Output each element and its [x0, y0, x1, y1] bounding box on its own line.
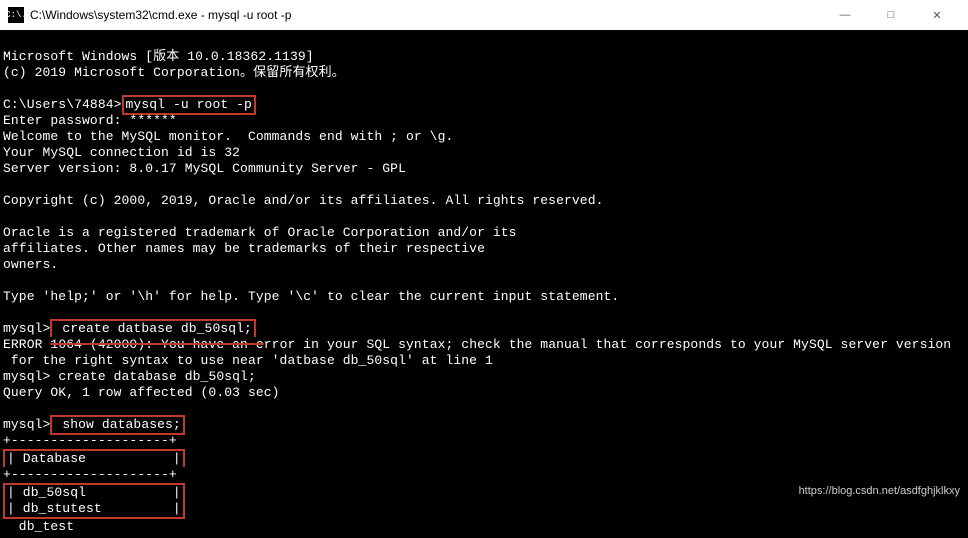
window-controls: — □ ✕ [822, 0, 960, 30]
welcome-line: Welcome to the MySQL monitor. Commands e… [3, 129, 453, 144]
error-line2: for the right syntax to use near 'datbas… [3, 353, 493, 368]
table-header: | Database | [3, 449, 185, 467]
mysql-prompt: mysql> [3, 417, 50, 432]
table-separator: +--------------------+ [3, 433, 177, 448]
oracle-trademark-line2: affiliates. Other names may be trademark… [3, 241, 485, 256]
window-titlebar: C:\. C:\Windows\system32\cmd.exe - mysql… [0, 0, 968, 30]
highlight-mysql-login: mysql -u root -p [122, 95, 256, 115]
oracle-trademark-line3: owners. [3, 257, 58, 272]
maximize-button[interactable]: □ [868, 0, 914, 30]
connection-id-line: Your MySQL connection id is 32 [3, 145, 240, 160]
server-version-line: Server version: 8.0.17 MySQL Community S… [3, 161, 406, 176]
terminal-output[interactable]: Microsoft Windows [版本 10.0.18362.1139] (… [0, 30, 968, 538]
table-separator: +--------------------+ [3, 467, 177, 482]
highlight-show-databases: show databases; [50, 415, 184, 435]
watermark-url: https://blog.csdn.net/asdfghjklkxy [799, 485, 960, 497]
oracle-trademark-line1: Oracle is a registered trademark of Orac… [3, 225, 517, 240]
window-title: C:\Windows\system32\cmd.exe - mysql -u r… [30, 8, 822, 22]
error-rest: rror in your SQL syntax; check the manua… [264, 337, 951, 352]
oracle-copyright-line: Copyright (c) 2000, 2019, Oracle and/or … [3, 193, 604, 208]
os-copyright-line: (c) 2019 Microsoft Corporation。保留所有权利。 [3, 65, 345, 80]
table-row: | db_50sql | [3, 483, 185, 501]
mysql-prompt: mysql> [3, 321, 50, 336]
table-row-partial: db_test [3, 519, 74, 534]
close-button[interactable]: ✕ [914, 0, 960, 30]
os-version-line: Microsoft Windows [版本 10.0.18362.1139] [3, 49, 314, 64]
cmd-icon: C:\. [8, 7, 24, 23]
error-prefix: ERROR [3, 337, 50, 352]
help-line: Type 'help;' or '\h' for help. Type '\c'… [3, 289, 619, 304]
query-ok-line: Query OK, 1 row affected (0.03 sec) [3, 385, 280, 400]
cmd-create-good: create database db_50sql; [50, 369, 255, 384]
error-code-strike: 1064 (42000): You have an e [50, 337, 263, 352]
table-row: | db_stutest | [3, 501, 185, 519]
highlight-create-bad: create datbase db_50sql; [50, 319, 256, 337]
prompt-path: C:\Users\74884> [3, 97, 122, 112]
enter-password-line: Enter password: ****** [3, 113, 177, 128]
mysql-prompt: mysql> [3, 369, 50, 384]
minimize-button[interactable]: — [822, 0, 868, 30]
